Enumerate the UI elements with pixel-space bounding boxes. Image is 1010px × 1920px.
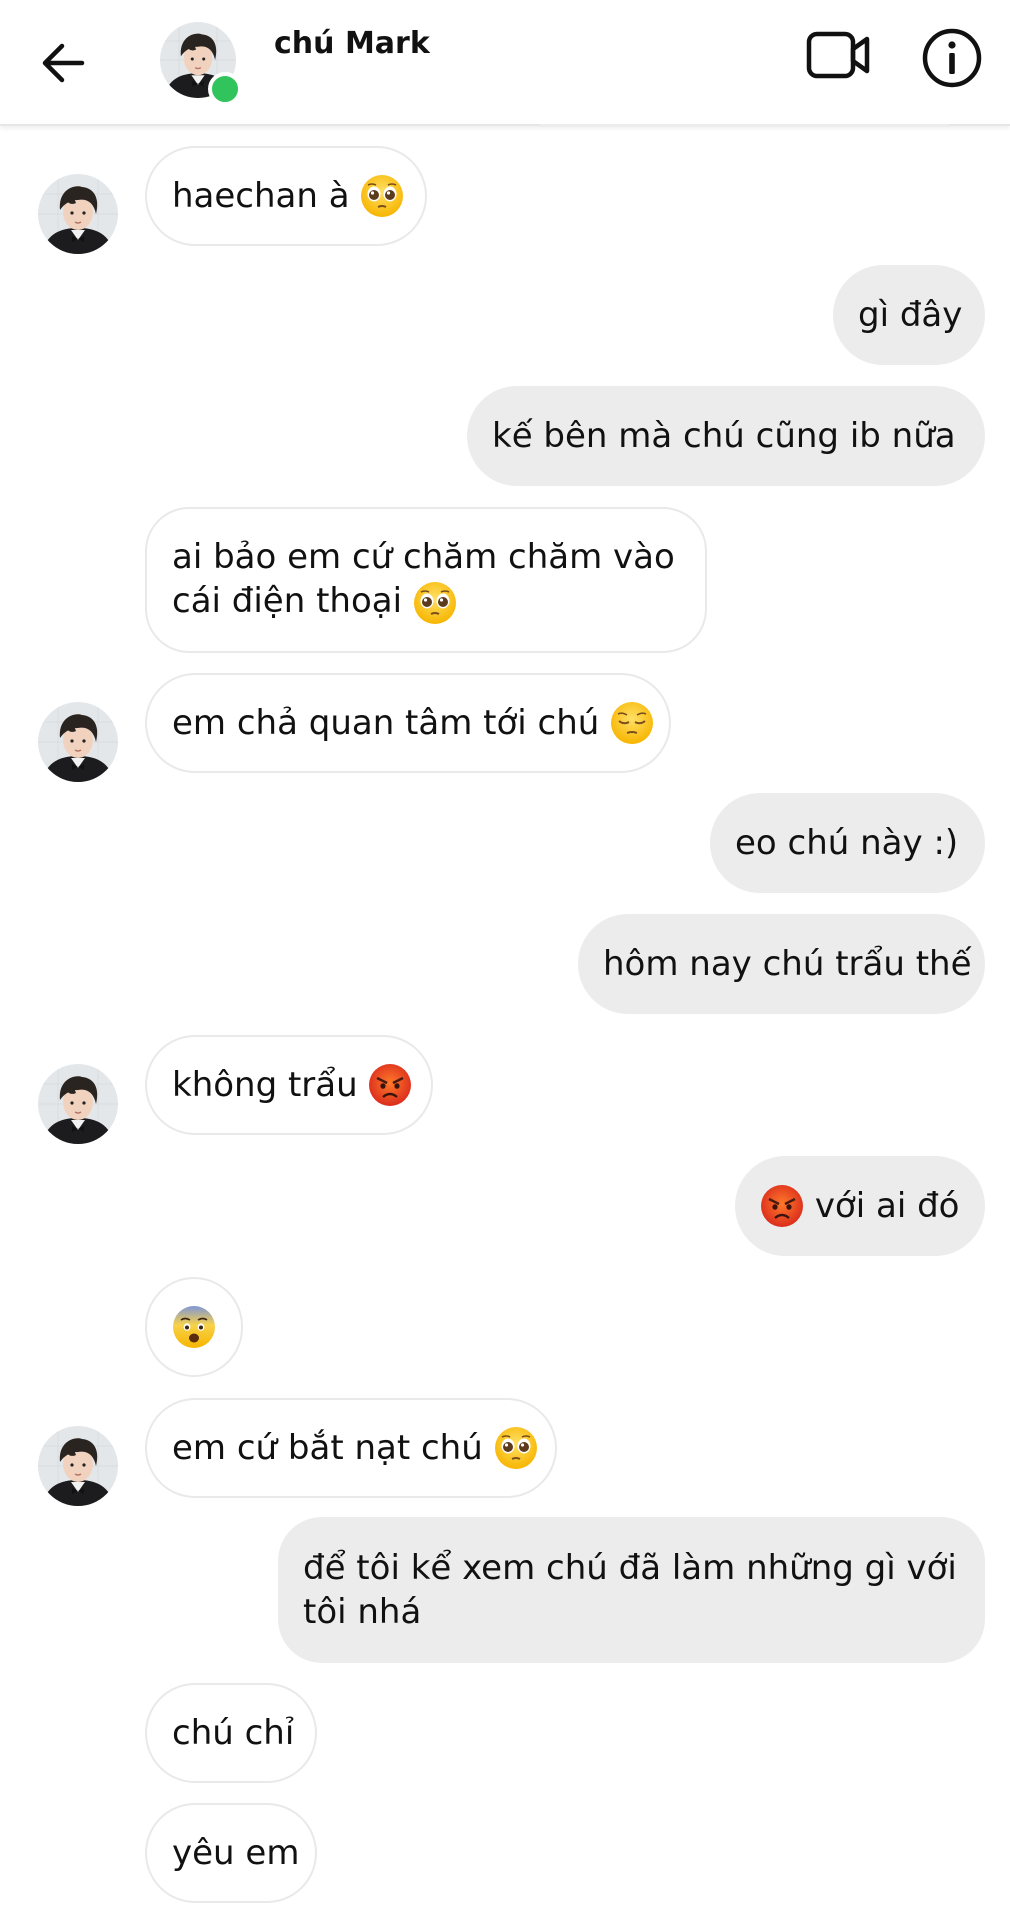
message-bubble-incoming[interactable]: haechan à xyxy=(145,146,427,246)
message-text: chú chỉ xyxy=(172,1713,295,1753)
message-text: với ai đó xyxy=(814,1186,960,1226)
message-bubble-outgoing[interactable]: với ai đó xyxy=(735,1156,985,1256)
video-call-button[interactable] xyxy=(806,26,872,84)
angry-face-emoji xyxy=(368,1063,412,1107)
message-text-line: để tôi kể xem chú đã làm những gì với xyxy=(303,1548,957,1588)
message-text-line: tôi nhá xyxy=(303,1592,422,1632)
pleading-face-emoji xyxy=(360,174,404,218)
message-text: yêu em xyxy=(172,1833,300,1873)
message-text-line: ai bảo em cứ chăm chăm vào xyxy=(172,537,675,578)
message-text: em chả quan tâm tới chú xyxy=(172,703,600,743)
sender-avatar[interactable] xyxy=(38,702,118,782)
message-text: em cứ bắt nạt chú xyxy=(172,1428,483,1468)
message-bubble-outgoing[interactable]: để tôi kể xem chú đã làm những gì với tô… xyxy=(278,1517,985,1663)
message-text: kế bên mà chú cũng ib nữa xyxy=(492,416,956,456)
sender-avatar[interactable] xyxy=(38,1064,118,1144)
contact-name[interactable]: chú Mark xyxy=(274,26,430,61)
message-bubble-outgoing[interactable]: hôm nay chú trẩu thế xyxy=(578,914,985,1014)
chat-header: chú Mark xyxy=(0,0,1010,126)
pleading-face-emoji xyxy=(413,581,457,625)
video-call-icon xyxy=(806,31,870,79)
sender-avatar[interactable] xyxy=(38,1426,118,1506)
message-bubble-incoming[interactable]: chú chỉ xyxy=(145,1683,317,1783)
pleading-face-emoji xyxy=(494,1426,538,1470)
message-text: eo chú này :) xyxy=(735,823,959,863)
message-text: gì đây xyxy=(858,295,963,335)
message-bubble-incoming[interactable] xyxy=(145,1277,243,1377)
angry-face-emoji xyxy=(760,1184,804,1228)
header-divider xyxy=(540,124,950,127)
message-text-line: cái điện thoại xyxy=(172,581,403,622)
message-bubble-incoming[interactable]: ai bảo em cứ chăm chăm vào cái điện thoạ… xyxy=(145,507,707,653)
info-icon xyxy=(922,28,982,88)
info-button[interactable] xyxy=(920,26,984,90)
message-bubble-outgoing[interactable]: kế bên mà chú cũng ib nữa xyxy=(467,386,985,486)
message-text: hôm nay chú trẩu thế xyxy=(603,944,972,984)
message-bubble-incoming[interactable]: không trẩu xyxy=(145,1035,433,1135)
message-text: haechan à xyxy=(172,176,350,216)
message-bubble-outgoing[interactable]: eo chú này :) xyxy=(710,793,985,893)
back-button[interactable] xyxy=(36,34,94,92)
fearful-face-emoji xyxy=(172,1305,216,1349)
message-text: không trẩu xyxy=(172,1065,358,1105)
back-arrow-icon xyxy=(42,43,85,83)
message-bubble-incoming[interactable]: em cứ bắt nạt chú xyxy=(145,1398,557,1498)
pensive-face-emoji xyxy=(610,701,654,745)
message-bubble-outgoing[interactable]: gì đây xyxy=(833,265,985,365)
message-bubble-incoming[interactable]: em chả quan tâm tới chú xyxy=(145,673,671,773)
sender-avatar[interactable] xyxy=(38,174,118,254)
online-status-indicator xyxy=(208,72,242,106)
message-bubble-incoming[interactable]: yêu em xyxy=(145,1803,317,1903)
